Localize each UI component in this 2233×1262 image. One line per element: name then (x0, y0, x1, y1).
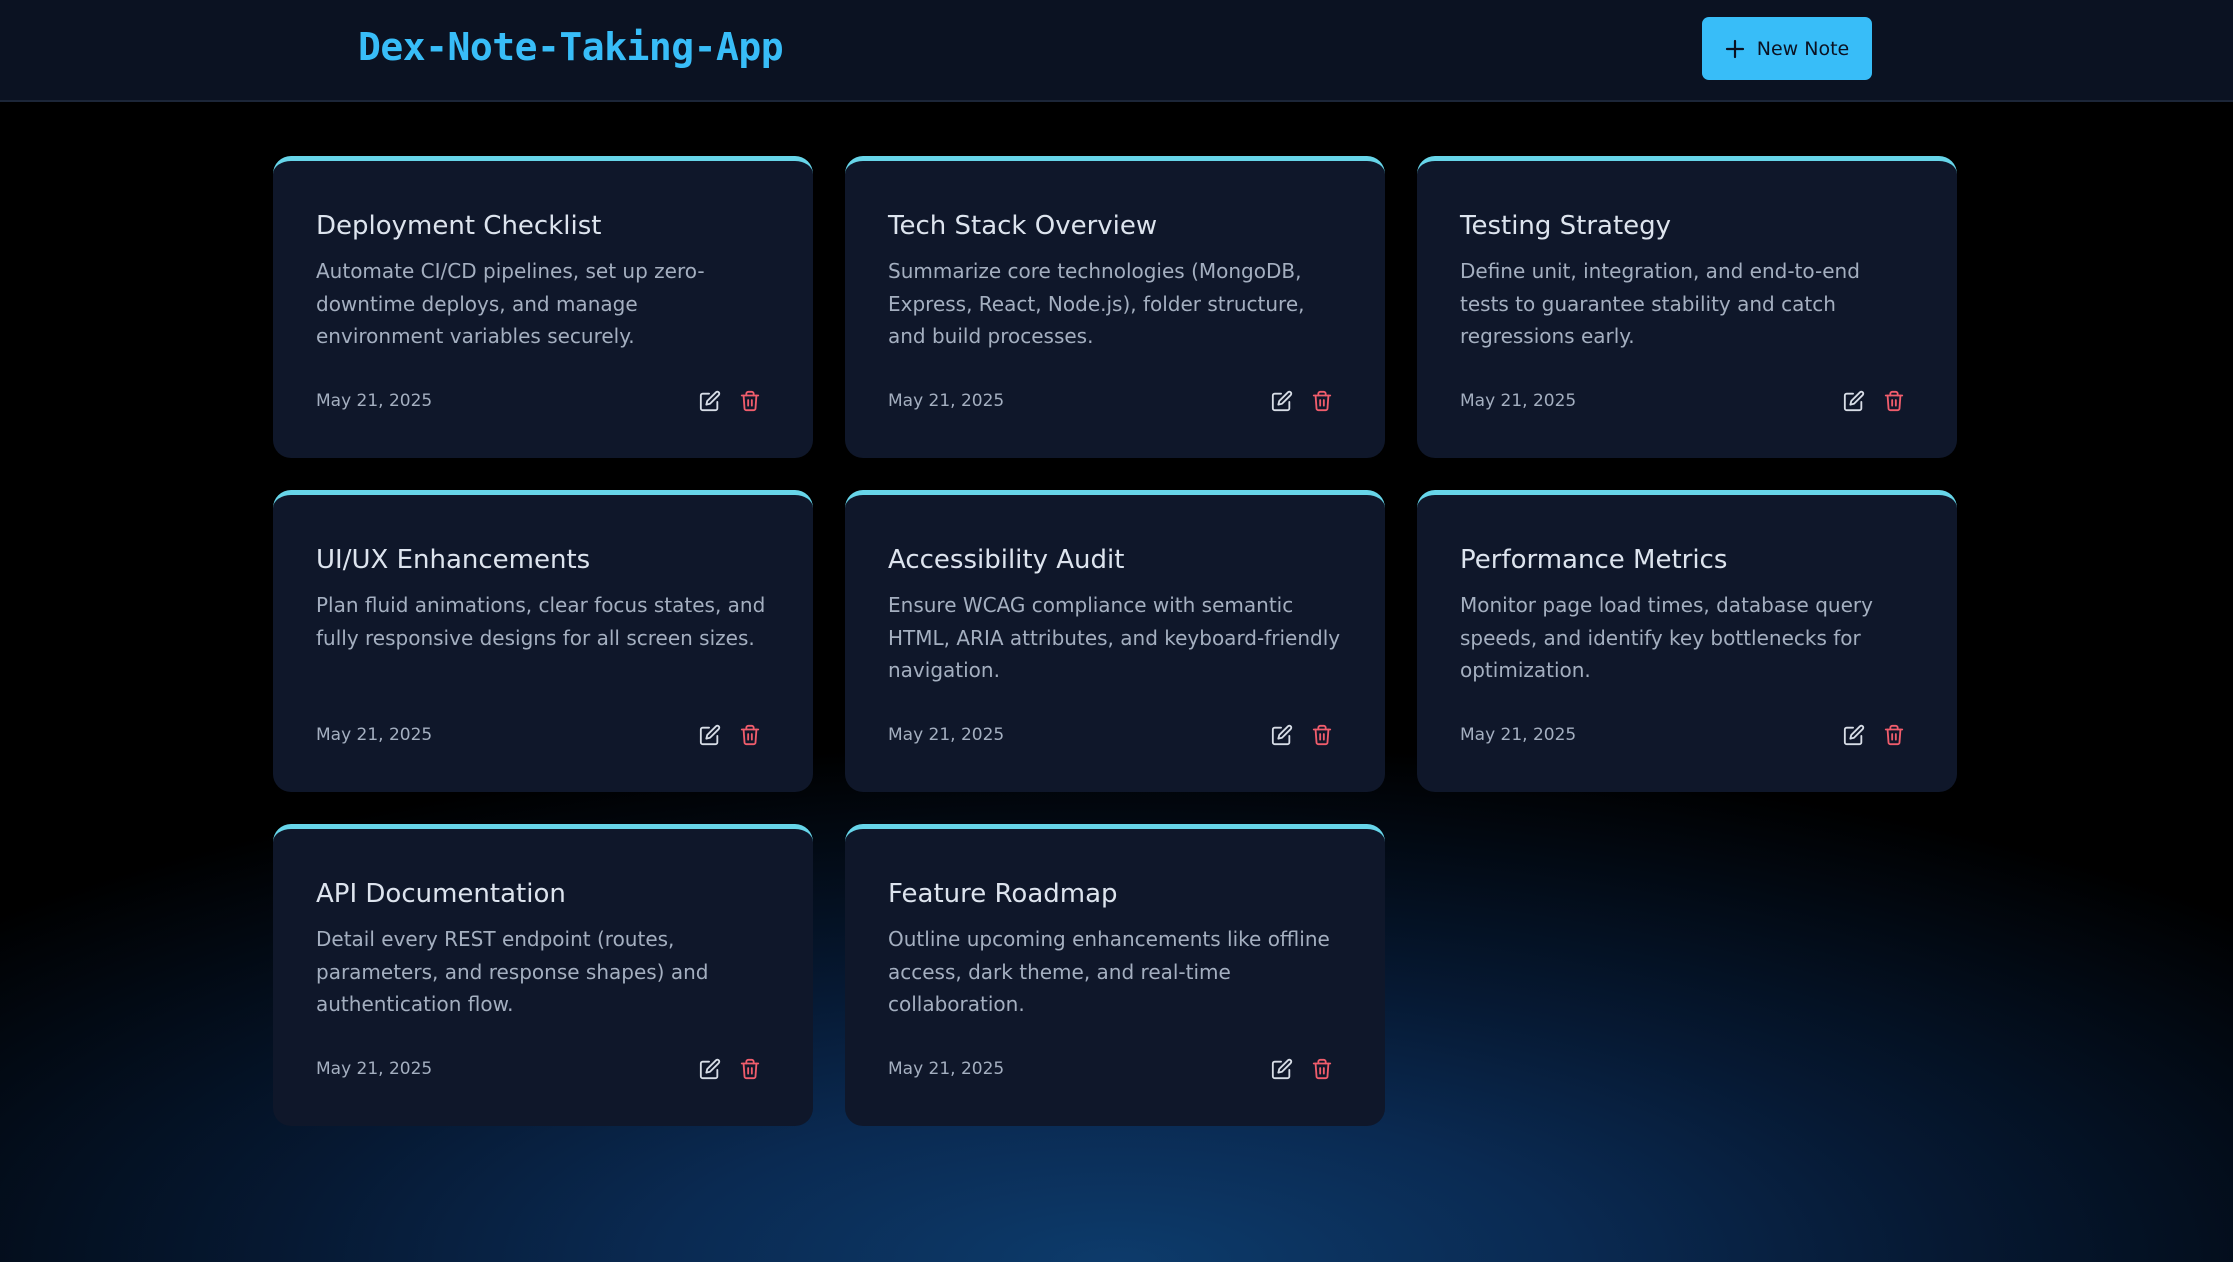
edit-icon[interactable] (1271, 724, 1293, 746)
note-title: UI/UX Enhancements (316, 545, 591, 575)
delete-icon[interactable] (739, 1058, 761, 1080)
note-date: May 21, 2025 (316, 1059, 433, 1079)
note-title: Testing Strategy (1460, 211, 1672, 241)
note-footer: May 21, 2025 (316, 1054, 761, 1084)
note-body: Automate CI/CD pipelines, set up zero-do… (316, 259, 705, 348)
note-actions (1843, 390, 1905, 412)
note-title: Performance Metrics (1460, 545, 1728, 575)
delete-icon[interactable] (1311, 390, 1333, 412)
note-card: Accessibility Audit Ensure WCAG complian… (845, 490, 1385, 792)
app-title: Dex-Note-Taking-App (358, 25, 784, 69)
note-title: Deployment Checklist (316, 211, 602, 241)
delete-icon[interactable] (1311, 1058, 1333, 1080)
note-title: Tech Stack Overview (888, 211, 1158, 241)
note-footer: May 21, 2025 (316, 386, 761, 416)
edit-icon[interactable] (1843, 724, 1865, 746)
note-date: May 21, 2025 (888, 391, 1005, 411)
note-card: API Documentation Detail every REST endp… (273, 824, 813, 1126)
note-actions (1271, 724, 1333, 746)
note-date: May 21, 2025 (316, 391, 433, 411)
notes-grid: Deployment Checklist Automate CI/CD pipe… (273, 156, 1958, 1126)
note-title: Feature Roadmap (888, 879, 1118, 909)
note-card: Tech Stack Overview Summarize core techn… (845, 156, 1385, 458)
note-card: Feature Roadmap Outline upcoming enhance… (845, 824, 1385, 1126)
edit-icon[interactable] (1271, 390, 1293, 412)
delete-icon[interactable] (1883, 390, 1905, 412)
note-footer: May 21, 2025 (888, 386, 1333, 416)
delete-icon[interactable] (739, 724, 761, 746)
delete-icon[interactable] (1311, 724, 1333, 746)
edit-icon[interactable] (699, 724, 721, 746)
note-actions (699, 1058, 761, 1080)
edit-icon[interactable] (1843, 390, 1865, 412)
note-body: Plan fluid animations, clear focus state… (316, 593, 766, 650)
new-note-label: New Note (1756, 37, 1850, 60)
note-body: Monitor page load times, database query … (1460, 593, 1873, 682)
note-actions (699, 724, 761, 746)
delete-icon[interactable] (739, 390, 761, 412)
note-footer: May 21, 2025 (1460, 386, 1905, 416)
note-title: API Documentation (316, 879, 566, 909)
note-body: Summarize core technologies (MongoDB, Ex… (888, 259, 1305, 348)
note-card: Performance Metrics Monitor page load ti… (1417, 490, 1957, 792)
new-note-button[interactable]: New Note (1702, 17, 1872, 80)
note-actions (699, 390, 761, 412)
note-actions (1843, 724, 1905, 746)
note-footer: May 21, 2025 (888, 720, 1333, 750)
note-card: Testing Strategy Define unit, integratio… (1417, 156, 1957, 458)
note-card: UI/UX Enhancements Plan fluid animations… (273, 490, 813, 792)
note-body: Detail every REST endpoint (routes, para… (316, 927, 709, 1016)
note-card: Deployment Checklist Automate CI/CD pipe… (273, 156, 813, 458)
note-date: May 21, 2025 (888, 1059, 1005, 1079)
note-footer: May 21, 2025 (1460, 720, 1905, 750)
edit-icon[interactable] (1271, 1058, 1293, 1080)
note-body: Outline upcoming enhancements like offli… (888, 927, 1330, 1016)
edit-icon[interactable] (699, 1058, 721, 1080)
note-body: Ensure WCAG compliance with semantic HTM… (888, 593, 1341, 682)
note-body: Define unit, integration, and end-to-end… (1460, 259, 1860, 348)
note-title: Accessibility Audit (888, 545, 1125, 575)
plus-icon (1725, 39, 1744, 58)
delete-icon[interactable] (1883, 724, 1905, 746)
note-footer: May 21, 2025 (316, 720, 761, 750)
app-header: Dex-Note-Taking-App New Note (0, 0, 2233, 102)
note-date: May 21, 2025 (316, 725, 433, 745)
note-date: May 21, 2025 (1460, 725, 1577, 745)
edit-icon[interactable] (699, 390, 721, 412)
note-date: May 21, 2025 (1460, 391, 1577, 411)
note-actions (1271, 390, 1333, 412)
note-actions (1271, 1058, 1333, 1080)
note-footer: May 21, 2025 (888, 1054, 1333, 1084)
note-date: May 21, 2025 (888, 725, 1005, 745)
